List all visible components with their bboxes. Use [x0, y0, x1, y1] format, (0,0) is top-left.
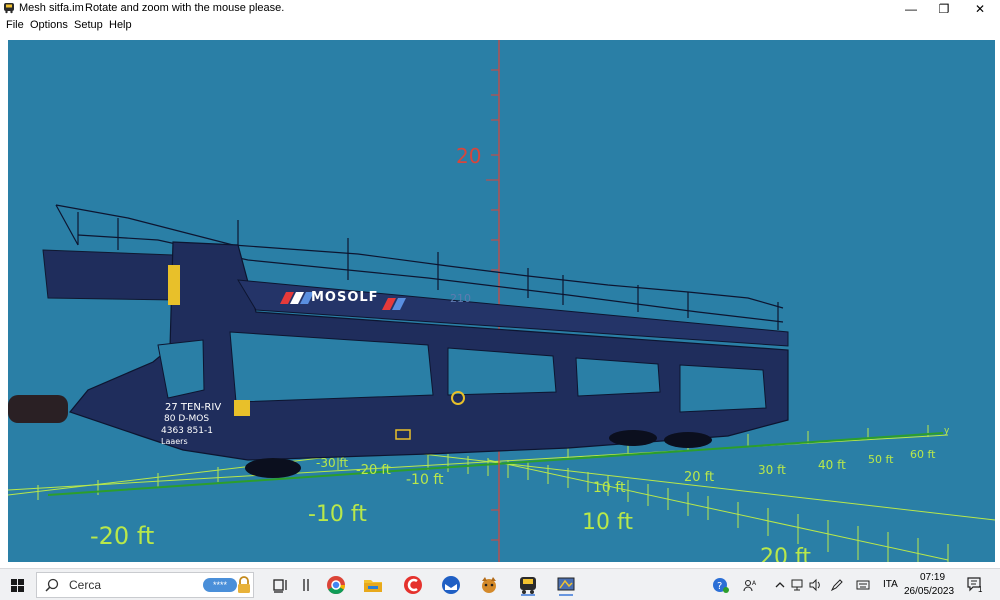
file-explorer-icon[interactable]	[362, 574, 384, 596]
maximize-button[interactable]: ❐	[926, 0, 962, 17]
z-axis-label-20: 20	[456, 144, 482, 168]
mesh-3d-viewport[interactable]: 20 210 MOSOLF 27 TEN-RIV 80 D-MOS 4363 8…	[8, 40, 995, 562]
wagon-brand-text: MOSOLF	[311, 290, 379, 305]
grid-label-neg30: -30 ft	[316, 456, 349, 470]
axis-end-label: y	[944, 426, 950, 436]
task-view-icon[interactable]	[270, 574, 292, 596]
wagon-code-line1: 27 TEN-RIV	[165, 402, 222, 413]
grid-label-pos50: 50 ft	[868, 453, 894, 466]
z-axis-label-210: 210	[450, 292, 471, 305]
wagon-code-line3: 4363 851-1	[161, 426, 213, 436]
title-bar[interactable]: Mesh sitfa.im Rotate and zoom with the m…	[0, 0, 1000, 17]
grid-label-pos40: 40 ft	[818, 458, 846, 472]
window-hint: Rotate and zoom with the mouse please.	[85, 2, 285, 14]
input-language[interactable]: ITA	[883, 579, 898, 590]
menu-bar: File Options Setup Help	[0, 17, 1000, 34]
wagon-code-line2: 80 D-MOS	[164, 414, 210, 424]
window-title: Mesh sitfa.im	[19, 2, 84, 14]
application-window: Mesh sitfa.im Rotate and zoom with the m…	[0, 0, 1000, 600]
grid-label-pos20-big: 20 ft	[760, 545, 811, 562]
keyboard-icon[interactable]	[856, 578, 870, 592]
menu-options[interactable]: Options	[30, 19, 68, 31]
wagon-opening-3	[575, 357, 661, 397]
grid-label-pos20: 20 ft	[684, 470, 715, 485]
wagon-upper-end	[42, 249, 177, 301]
windows-taskbar: Cerca **** ? A ITA 07:19 26/05/2023 1	[0, 568, 1000, 600]
close-button[interactable]: ✕	[962, 0, 998, 17]
thunderbird-icon[interactable]	[440, 574, 462, 596]
grid-label-pos10: 10 ft	[593, 480, 626, 496]
menu-help[interactable]: Help	[109, 19, 132, 31]
grid-label-pos30: 30 ft	[758, 463, 786, 477]
clock-time[interactable]: 07:19	[920, 572, 945, 583]
train-app-icon	[4, 3, 14, 14]
mascot-app-icon[interactable]	[478, 574, 500, 596]
network-icon[interactable]	[790, 578, 804, 592]
brand-stripes-left	[280, 292, 314, 304]
widgets-separator-icon[interactable]	[295, 574, 317, 596]
taskbar-search-box[interactable]: Cerca ****	[36, 572, 254, 598]
search-icon	[45, 578, 59, 592]
clock-date[interactable]: 26/05/2023	[904, 586, 954, 597]
grid-label-neg20-big: -20 ft	[90, 522, 155, 550]
svg-text:A: A	[752, 580, 757, 587]
notification-count: 1	[978, 585, 983, 594]
wagon-opening-4	[679, 364, 767, 413]
wagon-opening-2	[447, 347, 557, 396]
grid-label-neg10: -10 ft	[406, 472, 444, 488]
people-icon[interactable]: A	[743, 578, 757, 592]
minimize-button[interactable]: —	[893, 0, 929, 17]
pen-icon[interactable]	[830, 578, 844, 592]
volume-icon[interactable]	[808, 578, 822, 592]
menu-setup[interactable]: Setup	[74, 19, 103, 31]
wagon-code-line4: Laaers	[161, 437, 188, 446]
ccleaner-icon[interactable]	[402, 574, 424, 596]
train-app-taskbar-icon[interactable]	[517, 574, 539, 596]
search-placeholder: Cerca	[69, 578, 102, 592]
wagon-yellow-marker	[168, 265, 180, 305]
floor-grid	[8, 434, 995, 561]
chevron-up-icon[interactable]	[773, 578, 787, 592]
svg-text:?: ?	[717, 581, 722, 592]
lock-icon	[238, 576, 250, 593]
grid-label-pos10-big: 10 ft	[582, 510, 633, 535]
mesh-viewer-icon[interactable]	[555, 574, 577, 596]
windows-start-icon[interactable]	[6, 575, 30, 597]
grid-label-pos60: 60 ft	[910, 448, 936, 461]
wagon-yellow-plate	[234, 400, 250, 416]
chrome-icon[interactable]	[325, 574, 347, 596]
menu-file[interactable]: File	[6, 19, 24, 31]
help-shield-icon[interactable]: ?	[712, 576, 730, 594]
scene-svg	[8, 40, 995, 562]
grid-label-neg20: -20 ft	[356, 463, 391, 478]
wagon-buffer	[8, 395, 68, 423]
search-password-badge: ****	[203, 578, 237, 592]
grid-label-neg10-big: -10 ft	[308, 502, 367, 527]
